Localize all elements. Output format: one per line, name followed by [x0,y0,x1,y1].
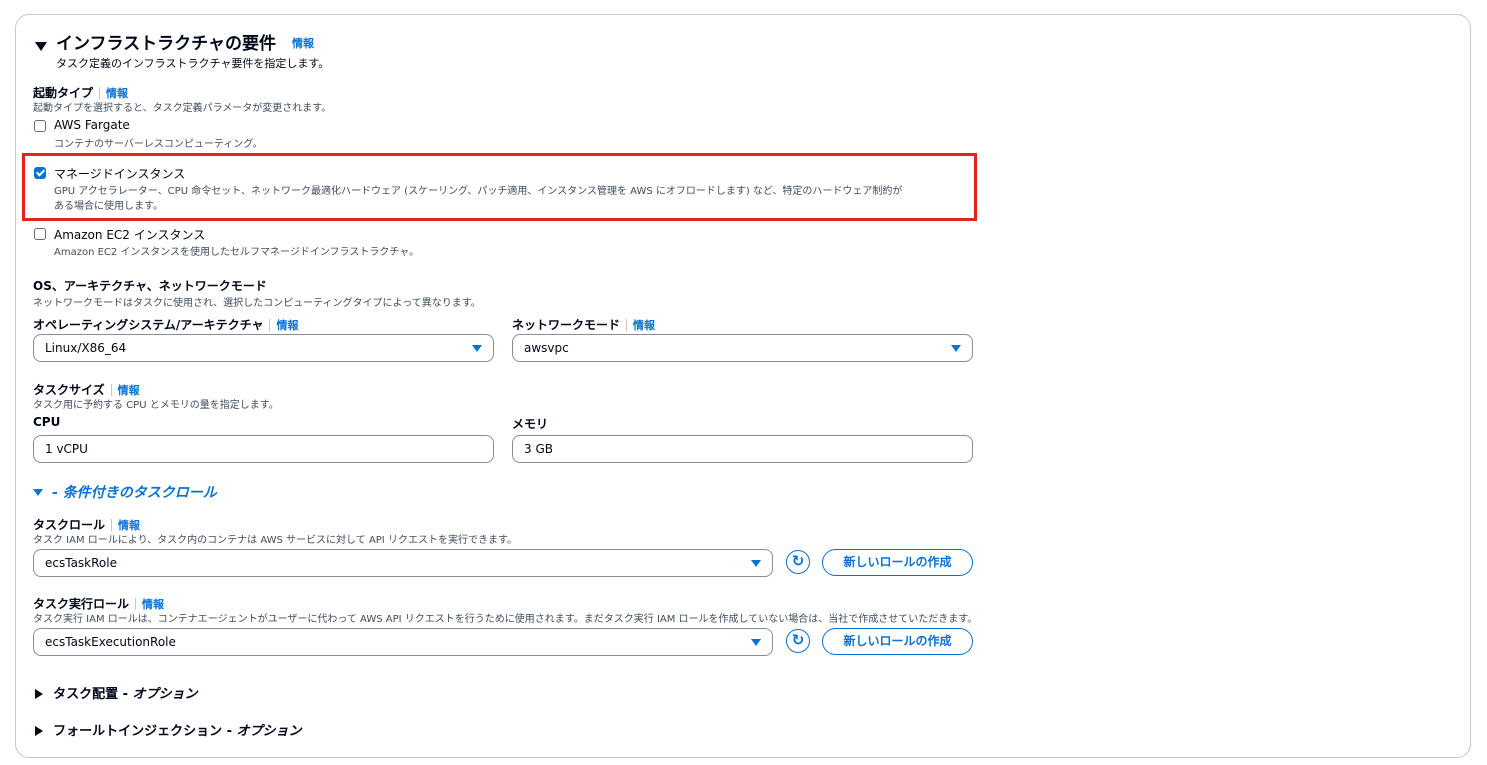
conditional-roles-toggle[interactable]: - 条件付きのタスクロール [33,482,217,502]
divider [111,518,113,531]
ec2-checkbox[interactable] [34,228,46,240]
section-info-link[interactable]: 情報 [292,35,314,51]
fault-injection-suffix: オプション [236,724,302,739]
cpu-value: 1 vCPU [45,442,88,456]
execution-role-label: タスク実行ロール [33,597,130,611]
cpu-input[interactable]: 1 vCPU [33,435,494,463]
caret-right-icon [35,688,43,699]
caret-down-icon [751,639,761,646]
memory-input[interactable]: 3 GB [512,435,973,463]
task-placement-label: タスク配置 - [53,687,133,702]
fargate-description: コンテナのサーバーレスコンピューティング。 [54,139,263,150]
create-task-role-button[interactable]: 新しいロールの作成 [822,549,973,576]
launch-type-description: 起動タイプを選択すると、タスク定義パラメータが変更されます。 [33,103,332,114]
execution-role-value: ecsTaskExecutionRole [45,635,176,649]
task-role-label: タスクロール [33,518,106,532]
divider [135,597,137,610]
divider [99,86,101,99]
task-placement-suffix: オプション [132,687,198,702]
os-info-link[interactable]: 情報 [276,319,298,332]
caret-down-icon [951,345,961,352]
caret-right-icon [35,725,43,736]
task-placement-toggle[interactable]: タスク配置 - オプション [35,683,198,702]
divider [110,383,112,396]
network-header: ネットワークモード 情報 [512,314,655,333]
os-select[interactable]: Linux/X86_64 [33,334,494,362]
task-size-label: タスクサイズ [33,383,105,397]
ec2-label: Amazon EC2 インスタンス [54,228,206,242]
network-select-value: awsvpc [524,341,569,355]
execution-role-description: タスク実行 IAM ロールは、コンテナエージェントがユーザーに代わって AWS … [33,614,978,625]
os-network-label: OS、アーキテクチャ、ネットワークモード [33,279,267,293]
section-toggle[interactable] [35,36,47,55]
divider [269,318,271,331]
caret-down-icon [35,42,47,51]
execution-role-select[interactable]: ecsTaskExecutionRole [33,628,773,656]
network-select[interactable]: awsvpc [512,334,973,362]
managed-instances-description: GPU アクセラレーター、CPU 命令セット、ネットワーク最適化ハードウェア (… [54,186,903,197]
caret-down-icon [33,489,43,496]
managed-instances-description-2: ある場合に使用します。 [54,201,163,212]
ec2-description: Amazon EC2 インスタンスを使用したセルフマネージドインフラストラクチャ… [54,247,420,258]
cpu-label: CPU [33,415,61,429]
create-execution-role-button[interactable]: 新しいロールの作成 [822,628,973,655]
memory-value: 3 GB [524,442,553,456]
os-header: オペレーティングシステム/アーキテクチャ 情報 [33,314,298,333]
fargate-label: AWS Fargate [54,118,130,132]
task-role-select[interactable]: ecsTaskRole [33,549,773,577]
os-select-value: Linux/X86_64 [45,341,127,355]
refresh-icon[interactable]: ↻ [786,550,810,574]
network-info-link[interactable]: 情報 [633,319,655,332]
fault-injection-label: フォールトインジェクション - [53,724,237,739]
refresh-icon[interactable]: ↻ [786,629,810,653]
conditional-roles-title: - 条件付きのタスクロール [52,485,217,501]
task-role-value: ecsTaskRole [45,556,117,570]
memory-label: メモリ [512,417,549,431]
task-role-description: タスク IAM ロールにより、タスク内のコンテナは AWS サービスに対して A… [33,535,517,546]
launch-type-label: 起動タイプ [33,86,94,100]
os-network-description: ネットワークモードはタスクに使用され、選択したコンピューティングタイプによって異… [33,298,481,309]
fault-injection-toggle[interactable]: フォールトインジェクション - オプション [35,720,302,739]
fargate-checkbox[interactable] [34,120,46,132]
divider [626,318,628,331]
managed-instances-label: マネージドインスタンス [54,167,186,181]
section-description: タスク定義のインフラストラクチャ要件を指定します。 [56,57,330,70]
task-size-description: タスク用に予約する CPU とメモリの量を指定します。 [33,400,279,411]
section-title: インフラストラクチャの要件 [56,34,276,54]
caret-down-icon [472,345,482,352]
managed-instances-checkbox[interactable] [34,167,46,179]
caret-down-icon [751,560,761,567]
os-label: オペレーティングシステム/アーキテクチャ [33,318,264,332]
network-label: ネットワークモード [512,318,621,332]
